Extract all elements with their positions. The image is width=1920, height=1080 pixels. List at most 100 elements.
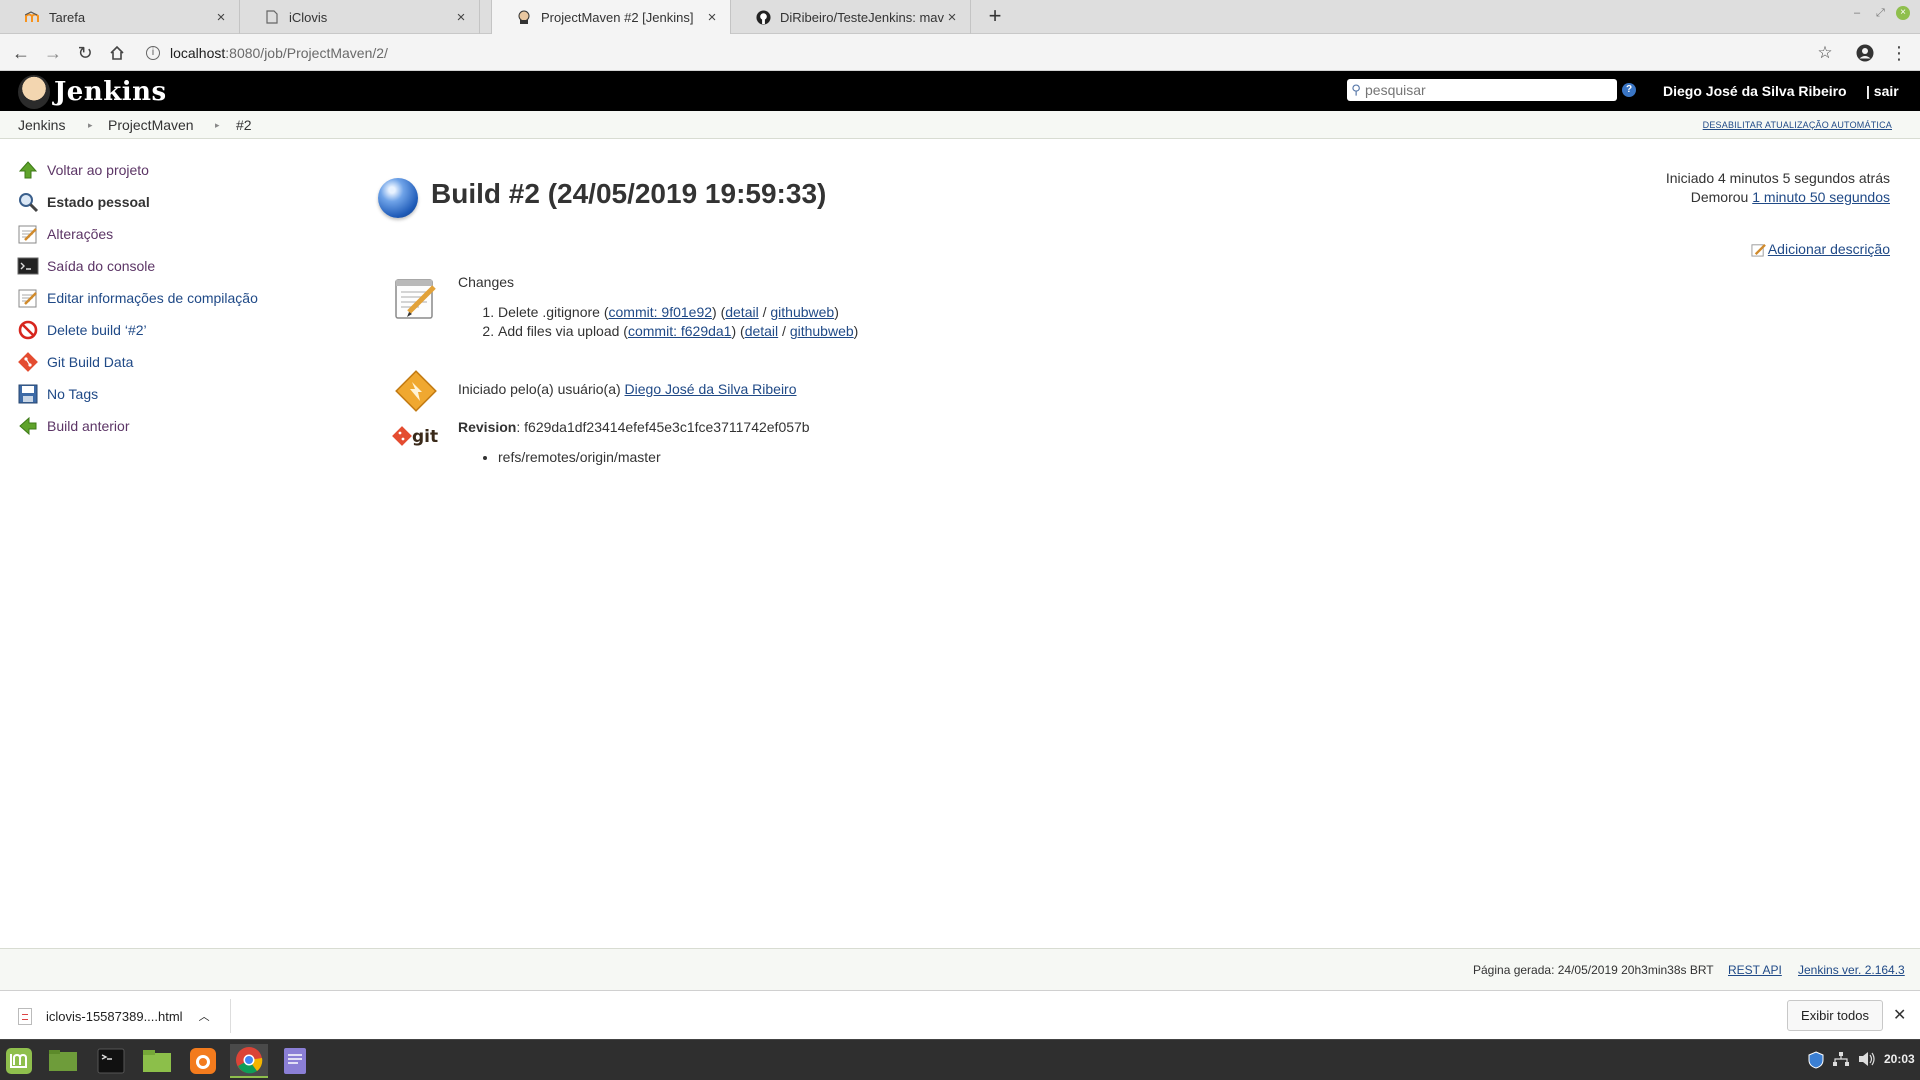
maximize-icon[interactable]: ⤢ bbox=[1876, 7, 1885, 20]
duration-link[interactable]: 1 minuto 50 segundos bbox=[1752, 189, 1890, 205]
close-icon[interactable]: ✕ bbox=[1893, 1005, 1906, 1025]
user-name-link[interactable]: Diego José da Silva Ribeiro bbox=[1663, 83, 1847, 99]
sidebar-item-label[interactable]: Delete build ‘#2’ bbox=[47, 322, 147, 338]
jenkins-icon bbox=[516, 9, 532, 25]
minimize-icon[interactable]: – bbox=[1854, 7, 1860, 19]
changes-list: Delete .gitignore (commit: 9f01e92) (det… bbox=[498, 303, 858, 341]
detail-link[interactable]: detail bbox=[725, 304, 758, 320]
jenkins-butler-icon bbox=[18, 75, 50, 109]
browser-tab-bar: Tarefa × iClovis × ProjectMaven #2 [Jenk… bbox=[0, 0, 1920, 34]
sidebar-item-console[interactable]: Saída do console bbox=[16, 250, 336, 282]
tab-jenkins[interactable]: ProjectMaven #2 [Jenkins] × bbox=[491, 0, 731, 34]
sidebar-item-label[interactable]: Saída do console bbox=[47, 258, 155, 274]
logo-text: Jenkins bbox=[54, 77, 167, 107]
account-icon[interactable] bbox=[1852, 40, 1878, 66]
new-tab-button[interactable]: + bbox=[982, 4, 1008, 30]
sidebar-item-status[interactable]: Estado pessoal bbox=[16, 186, 336, 218]
detail-link[interactable]: detail bbox=[745, 323, 778, 339]
sidebar-item-label[interactable]: Voltar ao projeto bbox=[47, 162, 149, 178]
mint-menu-icon[interactable] bbox=[0, 1044, 38, 1078]
sidebar-item-label[interactable]: Git Build Data bbox=[47, 354, 133, 370]
add-description[interactable]: Adicionar descrição bbox=[1751, 241, 1890, 257]
sidebar-item-no-tags[interactable]: No Tags bbox=[16, 378, 336, 410]
chrome-icon[interactable] bbox=[230, 1044, 268, 1078]
jenkins-version-link[interactable]: Jenkins ver. 2.164.3 bbox=[1798, 963, 1905, 977]
info-icon[interactable]: i bbox=[146, 46, 160, 60]
git-logo-icon: git bbox=[392, 426, 438, 447]
download-filename: iclovis-15587389....html bbox=[46, 1008, 183, 1024]
taskbar: 20:03 bbox=[0, 1039, 1920, 1080]
page-generated: Página gerada: 24/05/2019 20h3min38s BRT bbox=[1473, 963, 1714, 977]
rest-api-link[interactable]: REST API bbox=[1728, 963, 1782, 977]
star-icon[interactable]: ☆ bbox=[1812, 40, 1838, 66]
close-icon[interactable]: × bbox=[213, 9, 229, 26]
breadcrumb-jenkins[interactable]: Jenkins bbox=[18, 117, 65, 133]
tab-github[interactable]: DiRibeiro/TesteJenkins: maven × bbox=[731, 0, 971, 34]
git-icon bbox=[16, 350, 40, 374]
githubweb-link[interactable]: githubweb bbox=[770, 304, 834, 320]
breadcrumb-project[interactable]: ProjectMaven bbox=[108, 117, 194, 133]
breadcrumb-build[interactable]: #2 bbox=[236, 117, 252, 133]
close-window-icon[interactable]: × bbox=[1896, 6, 1910, 20]
search-box: ⚲ bbox=[1347, 79, 1617, 101]
home-icon[interactable] bbox=[104, 40, 130, 66]
svg-text:git: git bbox=[412, 427, 438, 447]
url-field[interactable]: i localhost:8080/job/ProjectMaven/2/ bbox=[146, 41, 388, 65]
breadcrumb: Jenkins ▸ ProjectMaven ▸ #2 DESABILITAR … bbox=[0, 111, 1920, 139]
sidebar-item-previous-build[interactable]: Build anterior bbox=[16, 410, 336, 442]
sidebar-item-changes[interactable]: Alterações bbox=[16, 218, 336, 250]
url-path: :8080/job/ProjectMaven/2/ bbox=[225, 45, 388, 61]
close-icon[interactable]: × bbox=[944, 9, 960, 26]
list-item: Add files via upload (commit: f629da1) (… bbox=[498, 322, 858, 341]
commit-link[interactable]: commit: 9f01e92 bbox=[609, 304, 713, 320]
changes-body: Changes Delete .gitignore (commit: 9f01e… bbox=[458, 274, 858, 341]
text-editor-icon[interactable] bbox=[276, 1044, 314, 1078]
commit-link[interactable]: commit: f629da1 bbox=[628, 323, 732, 339]
close-icon[interactable]: × bbox=[704, 9, 720, 26]
sidebar-item-delete-build[interactable]: Delete build ‘#2’ bbox=[16, 314, 336, 346]
save-icon bbox=[16, 382, 40, 406]
sidebar-item-label[interactable]: No Tags bbox=[47, 386, 98, 402]
forward-icon[interactable]: → bbox=[40, 40, 66, 66]
sidebar-item-edit-build-info[interactable]: Editar informações de compilação bbox=[16, 282, 336, 314]
build-status-blue-ball-icon bbox=[378, 178, 418, 218]
jenkins-logo[interactable]: Jenkins bbox=[18, 75, 167, 109]
sidebar-item-label[interactable]: Editar informações de compilação bbox=[47, 290, 258, 306]
revision-row: Revision: f629da1df23414efef45e3c1fce371… bbox=[458, 419, 810, 435]
add-description-link[interactable]: Adicionar descrição bbox=[1768, 241, 1890, 257]
reload-icon[interactable]: ↻ bbox=[72, 40, 98, 66]
started-ago: Iniciado 4 minutos 5 segundos atrás bbox=[1665, 170, 1890, 186]
terminal-icon[interactable] bbox=[92, 1044, 130, 1078]
volume-icon[interactable] bbox=[1858, 1051, 1876, 1070]
menu-icon[interactable]: ⋮ bbox=[1886, 40, 1912, 66]
duration-label: Demorou bbox=[1690, 189, 1749, 205]
desktop-folder-icon[interactable] bbox=[44, 1044, 82, 1078]
sidebar-item-label[interactable]: Build anterior bbox=[47, 418, 130, 434]
no-entry-icon bbox=[16, 318, 40, 342]
shield-icon[interactable] bbox=[1808, 1051, 1824, 1072]
sidebar-item-back-to-project[interactable]: Voltar ao projeto bbox=[16, 154, 336, 186]
back-icon[interactable]: ← bbox=[8, 40, 34, 66]
sidebar-item-git-build-data[interactable]: Git Build Data bbox=[16, 346, 336, 378]
sidebar-item-label[interactable]: Alterações bbox=[47, 226, 113, 242]
sidebar-item-label[interactable]: Estado pessoal bbox=[47, 194, 150, 210]
tab-iclovis[interactable]: iClovis × bbox=[240, 0, 480, 34]
firefox-icon[interactable] bbox=[184, 1044, 222, 1078]
divider bbox=[230, 999, 231, 1033]
close-icon[interactable]: × bbox=[453, 9, 469, 26]
show-all-button[interactable]: Exibir todos bbox=[1787, 1000, 1883, 1031]
download-item[interactable]: iclovis-15587389....html ︿ bbox=[18, 1003, 210, 1029]
started-by-user-link[interactable]: Diego José da Silva Ribeiro bbox=[625, 381, 797, 397]
help-icon[interactable]: ? bbox=[1622, 83, 1636, 97]
chevron-up-icon[interactable]: ︿ bbox=[199, 1008, 210, 1024]
disable-auto-refresh-link[interactable]: DESABILITAR ATUALIZAÇÃO AUTOMÁTICA bbox=[1703, 120, 1892, 130]
up-arrow-icon bbox=[16, 158, 40, 182]
left-arrow-icon bbox=[16, 414, 40, 438]
search-input[interactable] bbox=[1365, 82, 1605, 98]
tab-tarefa[interactable]: Tarefa × bbox=[0, 0, 240, 34]
githubweb-link[interactable]: githubweb bbox=[790, 323, 854, 339]
logout-link[interactable]: | sair bbox=[1866, 83, 1899, 99]
breadcrumb-separator-icon: ▸ bbox=[215, 120, 220, 130]
network-icon[interactable] bbox=[1832, 1051, 1850, 1070]
files-folder-icon[interactable] bbox=[138, 1044, 176, 1078]
